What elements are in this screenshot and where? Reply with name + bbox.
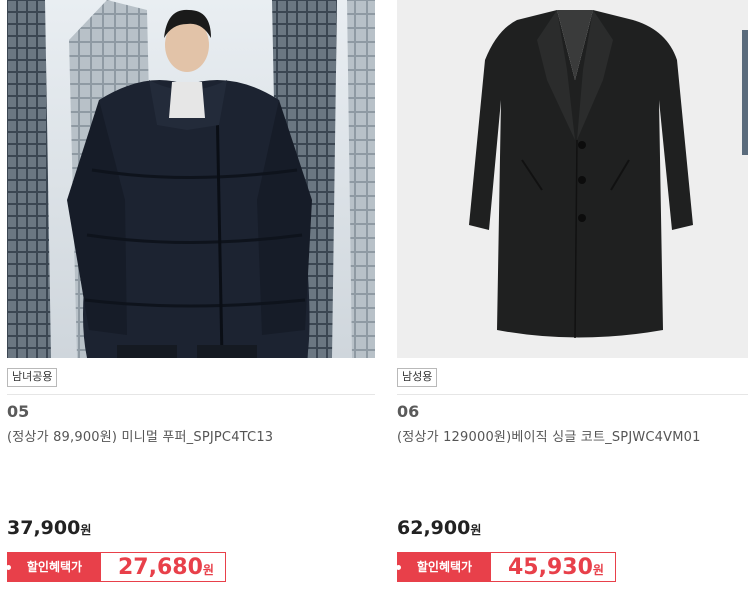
discount-price-box: 할인혜택가 27,680원 xyxy=(6,552,226,584)
product-image-coat[interactable] xyxy=(397,0,748,358)
price-value: 62,900 xyxy=(397,517,471,539)
discount-price-unit: 원 xyxy=(592,563,604,577)
dot-icon xyxy=(6,565,11,570)
price-value: 37,900 xyxy=(7,517,81,539)
discount-label: 할인혜택가 xyxy=(6,553,101,581)
discount-price-unit: 원 xyxy=(202,563,214,577)
product-name[interactable]: (정상가 89,900원) 미니멀 푸퍼_SPJPC4TC13 xyxy=(7,426,273,445)
discount-label: 할인혜택가 xyxy=(396,553,491,581)
price-unit: 원 xyxy=(470,523,482,537)
discount-price-value: 27,680 xyxy=(118,555,203,580)
discount-price-box: 할인혜택가 45,930원 xyxy=(396,552,616,584)
discount-label-text: 할인혜택가 xyxy=(26,560,83,574)
discount-price-value: 45,930 xyxy=(508,555,593,580)
product-tag: 남성용 xyxy=(397,368,438,387)
product-card-05[interactable]: 남녀공용 05 (정상가 89,900원) 미니멀 푸퍼_SPJPC4TC13 … xyxy=(6,0,375,613)
product-price: 62,900원 xyxy=(397,517,481,539)
product-name[interactable]: (정상가 129000원)베이직 싱글 코트_SPJWC4VM01 xyxy=(397,426,701,445)
product-number: 06 xyxy=(397,402,420,421)
price-unit: 원 xyxy=(80,523,92,537)
product-tag: 남녀공용 xyxy=(7,368,58,387)
divider xyxy=(397,394,748,395)
discount-price: 27,680원 xyxy=(118,554,214,584)
discount-label-text: 할인혜택가 xyxy=(416,560,473,574)
product-image-puffer[interactable] xyxy=(7,0,375,358)
product-price: 37,900원 xyxy=(7,517,91,539)
product-number: 05 xyxy=(7,402,30,421)
product-card-06[interactable]: 남성용 06 (정상가 129000원)베이직 싱글 코트_SPJWC4VM01… xyxy=(396,0,748,613)
discount-price: 45,930원 xyxy=(508,554,604,584)
divider xyxy=(7,394,375,395)
dot-icon xyxy=(396,565,401,570)
next-product-image-edge xyxy=(742,30,748,155)
